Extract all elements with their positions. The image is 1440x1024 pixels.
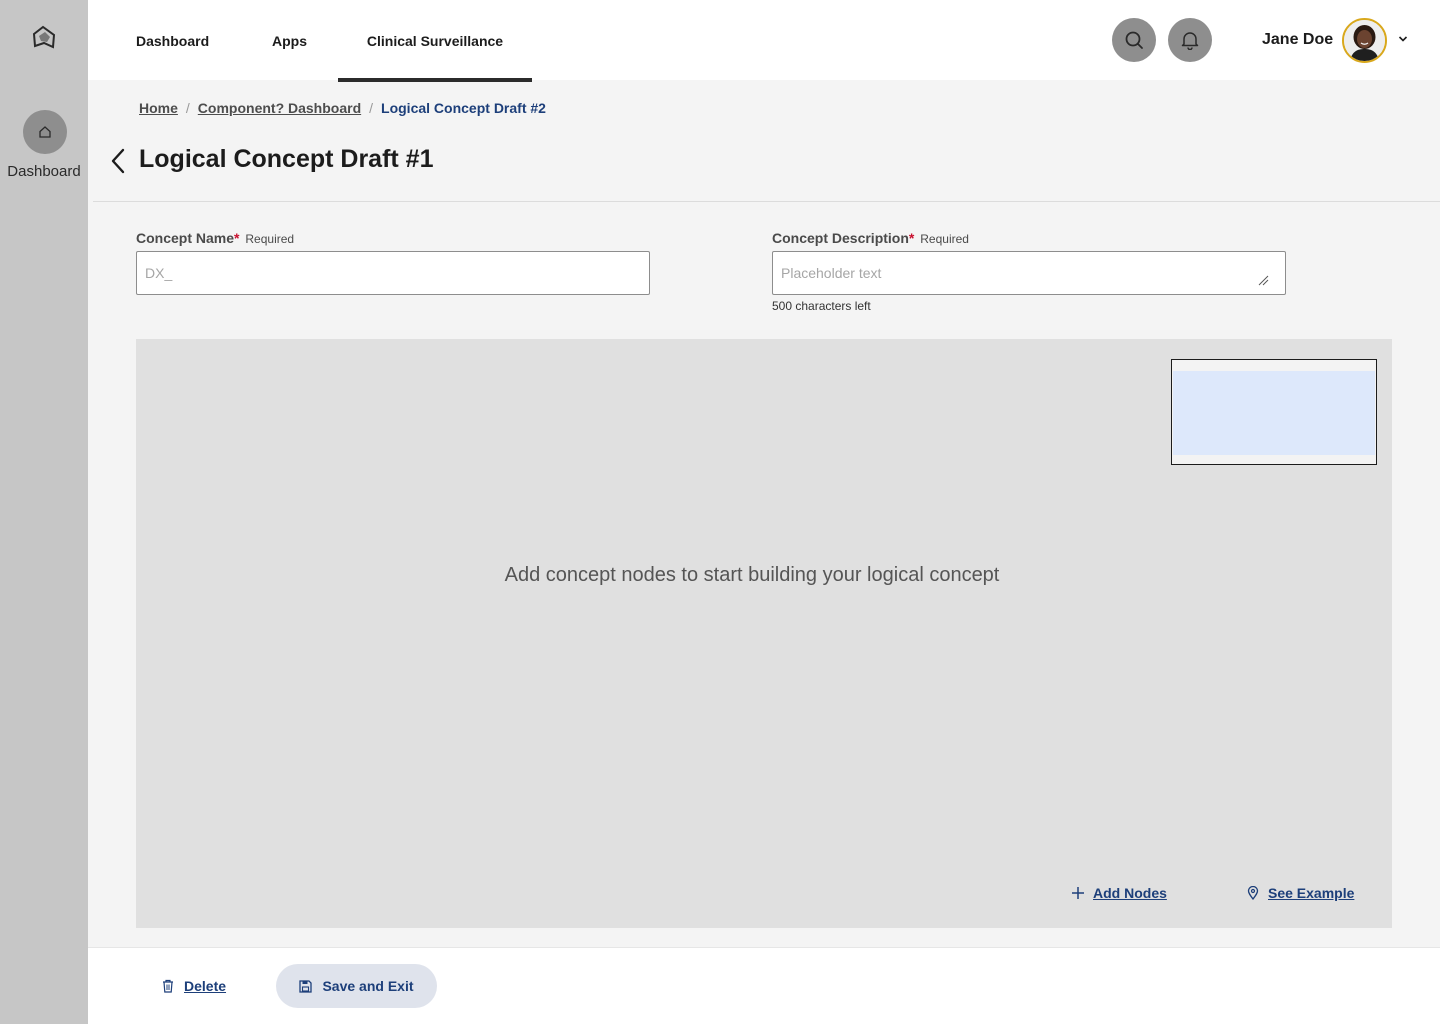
concept-description-label-text: Concept Description xyxy=(772,230,909,246)
rail-item-dashboard-label[interactable]: Dashboard xyxy=(0,163,88,180)
trash-icon xyxy=(163,979,173,993)
rail-item-dashboard[interactable] xyxy=(23,110,67,154)
minimap-viewport[interactable] xyxy=(1173,371,1375,455)
tab-apps[interactable]: Apps xyxy=(272,0,307,82)
save-icon xyxy=(299,979,313,993)
delete-button[interactable]: Delete xyxy=(162,964,226,1008)
add-nodes-label: Add Nodes xyxy=(1093,885,1167,901)
app-logo-icon[interactable] xyxy=(29,24,59,54)
required-asterisk: * xyxy=(908,230,915,246)
delete-label: Delete xyxy=(184,978,227,994)
concept-name-label-text: Concept Name xyxy=(136,230,235,246)
user-menu-button[interactable] xyxy=(1397,32,1409,50)
bell-icon xyxy=(1181,32,1199,50)
characters-left: 500 characters left xyxy=(772,299,871,313)
breadcrumb-separator: / xyxy=(369,100,374,116)
required-asterisk: * xyxy=(234,230,240,246)
avatar[interactable] xyxy=(1342,18,1387,63)
concept-name-label: Concept Name* Required xyxy=(136,230,294,246)
save-and-exit-button[interactable]: Save and Exit xyxy=(276,964,437,1008)
user-name[interactable]: Jane Doe xyxy=(1262,31,1333,49)
required-text: Required xyxy=(920,232,969,246)
see-example-button[interactable]: See Example xyxy=(1246,885,1354,901)
chevron-down-icon xyxy=(1398,36,1408,42)
minimap[interactable] xyxy=(1171,359,1377,465)
top-bar: Dashboard Apps Clinical Surveillance Jan… xyxy=(88,0,1440,82)
concept-name-input[interactable] xyxy=(136,251,650,295)
notifications-button[interactable] xyxy=(1168,18,1212,62)
action-footer: Delete Save and Exit xyxy=(88,947,1440,1024)
header-divider xyxy=(93,201,1440,202)
add-nodes-button[interactable]: Add Nodes xyxy=(1071,885,1167,901)
concept-canvas[interactable]: Add concept nodes to start building your… xyxy=(136,339,1392,928)
concept-description-input[interactable] xyxy=(772,251,1286,295)
back-button[interactable] xyxy=(106,146,130,176)
tab-dashboard[interactable]: Dashboard xyxy=(136,0,209,82)
breadcrumb-component-dashboard[interactable]: Component? Dashboard xyxy=(198,100,361,116)
save-and-exit-label: Save and Exit xyxy=(322,978,414,994)
resize-handle-icon[interactable] xyxy=(1257,273,1269,286)
location-pin-icon xyxy=(1247,886,1259,900)
chevron-left-icon xyxy=(111,148,125,174)
breadcrumb-separator: / xyxy=(185,100,190,116)
search-button[interactable] xyxy=(1112,18,1156,62)
tab-clinical-surveillance[interactable]: Clinical Surveillance xyxy=(338,0,532,82)
required-text: Required xyxy=(245,232,295,246)
page-title: Logical Concept Draft #1 xyxy=(139,145,434,173)
search-icon xyxy=(1125,31,1143,49)
empty-state-message: Add concept nodes to start building your… xyxy=(504,564,1000,586)
breadcrumb-current: Logical Concept Draft #2 xyxy=(381,100,546,116)
see-example-label: See Example xyxy=(1268,885,1355,901)
home-icon xyxy=(39,126,51,138)
plus-icon xyxy=(1072,887,1084,899)
concept-description-label: Concept Description* Required xyxy=(772,230,969,246)
side-rail: Dashboard xyxy=(0,0,88,1024)
breadcrumb-home[interactable]: Home xyxy=(139,100,178,116)
breadcrumb: Home / Component? Dashboard / Logical Co… xyxy=(139,100,546,116)
